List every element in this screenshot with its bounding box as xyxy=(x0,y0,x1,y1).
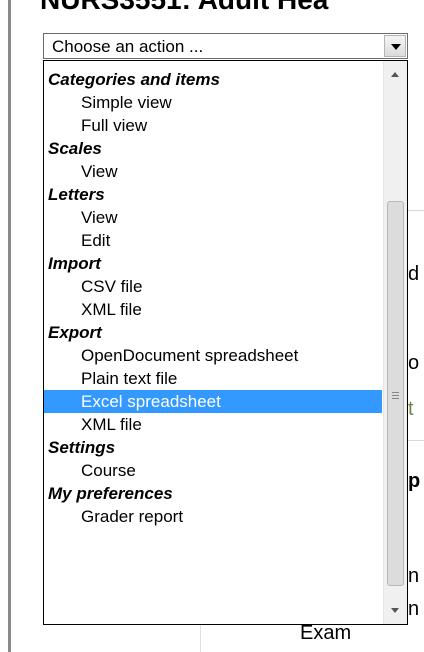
left-border xyxy=(8,0,11,652)
action-select[interactable]: Choose an action ... xyxy=(43,33,408,59)
dropdown-option[interactable]: XML file xyxy=(44,413,382,436)
optgroup-label: Export xyxy=(48,323,102,342)
grip-line xyxy=(392,395,399,396)
grip-line xyxy=(392,392,399,393)
dropdown-option[interactable]: View xyxy=(44,206,382,229)
chevron-down-icon[interactable] xyxy=(384,35,406,57)
action-select-value: Choose an action ... xyxy=(52,37,204,56)
action-dropdown-list[interactable]: Categories and items Simple view Full view… xyxy=(43,60,408,625)
dropdown-option[interactable]: XML file xyxy=(44,298,382,321)
optgroup-label: Categories and items xyxy=(48,70,220,89)
optgroup-label: Scales xyxy=(48,139,102,158)
dropdown-option[interactable]: Excel spreadsheet xyxy=(44,390,382,413)
dropdown-option[interactable]: View xyxy=(44,160,382,183)
background-text: Exam xyxy=(300,622,352,644)
option-list: Categories and items Simple view Full view… xyxy=(44,68,382,528)
optgroup-label: Import xyxy=(48,254,101,273)
background-text: p xyxy=(408,470,421,492)
background-text: n xyxy=(408,598,420,620)
optgroup-label: My preferences xyxy=(48,484,173,503)
background-text: d xyxy=(408,263,420,285)
optgroup-label: Settings xyxy=(48,438,116,457)
dropdown-option[interactable]: CSV file xyxy=(44,275,382,298)
dropdown-option[interactable]: Grader report xyxy=(44,505,382,528)
grip-line xyxy=(392,398,399,399)
dropdown-option[interactable]: Full view xyxy=(44,114,382,137)
dropdown-option[interactable]: Simple view xyxy=(44,91,382,114)
scroll-thumb[interactable] xyxy=(387,201,404,586)
background-text: n xyxy=(408,565,420,587)
dropdown-option[interactable]: Edit xyxy=(44,229,382,252)
dropdown-scrollbar[interactable] xyxy=(383,61,407,624)
scroll-down-arrow-icon[interactable] xyxy=(384,600,407,620)
page-title: NURS3551: Adult Hea xyxy=(40,0,424,14)
scroll-up-arrow-icon[interactable] xyxy=(384,65,407,85)
optgroup-label: Letters xyxy=(48,185,105,204)
dropdown-option[interactable]: Course xyxy=(44,459,382,482)
background-text: o xyxy=(408,352,420,374)
dropdown-option[interactable]: OpenDocument spreadsheet xyxy=(44,344,382,367)
background-text: t xyxy=(408,398,414,420)
dropdown-option[interactable]: Plain text file xyxy=(44,367,382,390)
